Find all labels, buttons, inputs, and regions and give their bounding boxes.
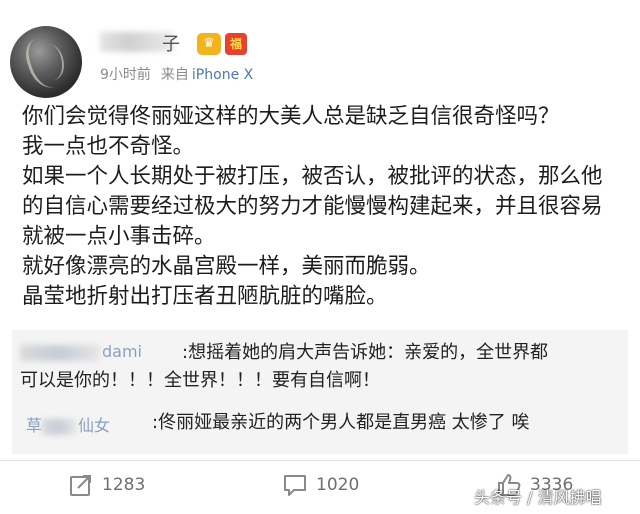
repost-button[interactable]: 1283 bbox=[68, 468, 145, 502]
username-visible-char: 子 bbox=[162, 34, 180, 55]
username[interactable]: 子 bbox=[100, 30, 192, 56]
post-line: 就好像漂亮的水晶宫殿一样，美丽而脆弱。 bbox=[22, 254, 431, 279]
comment-count: 1020 bbox=[316, 475, 360, 495]
comment-text: :想摇着她的肩大声告诉她：亲爱的，全世界都 bbox=[182, 342, 549, 363]
user-avatar[interactable] bbox=[10, 26, 82, 98]
post-line: 你们会觉得佟丽娅这样的大美人总是缺乏自信很奇怪吗？ bbox=[22, 104, 560, 129]
comment-username[interactable]: 草 仙女 bbox=[26, 412, 110, 436]
post-line: 晶莹地折射出打压者丑陋肮脏的嘴脸。 bbox=[22, 284, 388, 309]
divider bbox=[0, 460, 640, 461]
hot-comments: dami :想摇着她的肩大声告诉她：亲爱的，全世界都 可以是你的！！！全世界！！… bbox=[12, 330, 628, 454]
comment-text-cont: 可以是你的！！！全世界！！！要有自信啊！ bbox=[20, 370, 380, 391]
comment-username-visible: dami bbox=[102, 342, 142, 361]
watermark: 头条号 / 清风拂唱 bbox=[474, 488, 602, 507]
post-meta: 9小时前 来自 iPhone X bbox=[100, 64, 253, 84]
comment-icon bbox=[284, 475, 306, 496]
repost-icon bbox=[70, 475, 91, 496]
comment-button[interactable]: 1020 bbox=[282, 468, 359, 502]
source-prefix: 来自 bbox=[160, 67, 189, 83]
red-packet-icon[interactable]: 福 bbox=[225, 33, 247, 55]
post-line: 我一点也不奇怪。 bbox=[22, 134, 195, 159]
repost-count: 1283 bbox=[102, 475, 146, 495]
vip-crown-icon[interactable]: ♛ bbox=[197, 33, 221, 55]
comment-username[interactable]: dami bbox=[20, 342, 142, 361]
comment-username-visible-tail: 仙女 bbox=[78, 416, 111, 435]
comment-username-blurred bbox=[42, 418, 77, 435]
post-line: 如果一个人长期处于被打压，被否认，被批评的状态，那么他的自信心需要经过极大的努力… bbox=[22, 164, 603, 249]
source-device-link[interactable]: iPhone X bbox=[192, 67, 253, 83]
comment-text: :佟丽娅最亲近的两个男人都是直男癌 太惨了 唉 bbox=[152, 412, 530, 433]
weibo-post-card: 子 ♛ 福 9小时前 来自 iPhone X 你们会觉得佟丽娅这样的大美人总是缺乏自… bbox=[0, 0, 640, 514]
comment-username-blurred bbox=[20, 344, 100, 361]
comment-username-visible: 草 bbox=[26, 416, 43, 435]
post-time: 9小时前 bbox=[100, 67, 151, 83]
post-content: 你们会觉得佟丽娅这样的大美人总是缺乏自信很奇怪吗？ 我一点也不奇怪。 如果一个人… bbox=[22, 102, 622, 312]
